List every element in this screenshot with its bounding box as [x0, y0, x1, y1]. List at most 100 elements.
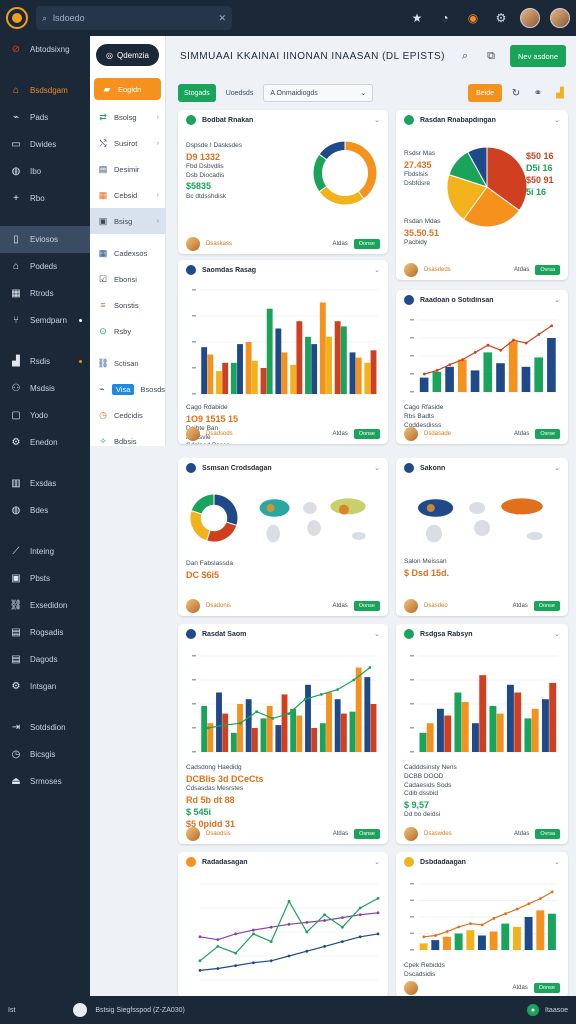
nav-item-0[interactable]: ⊘ Abtodsixng	[0, 36, 90, 63]
nav-item-1[interactable]: ⌂ Bsdsdgam	[0, 77, 90, 104]
search-icon[interactable]: ⌕	[456, 47, 474, 65]
tab-2[interactable]: Uoedsds	[220, 84, 260, 102]
nav-item-2[interactable]: ⌁ Pads	[0, 104, 90, 131]
card-action-button[interactable]: Oonse	[353, 601, 380, 611]
card-action-button[interactable]: Oonse	[533, 601, 560, 611]
nav-item-20[interactable]: ▤ Dagods	[0, 646, 90, 673]
card-more-link[interactable]: Atdas	[514, 267, 529, 273]
chevron-down-icon[interactable]: ⌄	[374, 464, 380, 472]
subnav-item-7[interactable]: ☑ Ebonsi	[90, 266, 165, 292]
card-action-button[interactable]: Oonse	[353, 239, 380, 249]
subnav-item-3[interactable]: ▤ Desimir	[90, 156, 165, 182]
new-button[interactable]: Nev asdone	[510, 45, 566, 67]
nav-item-9[interactable]: ⑂ Semdparn	[0, 307, 90, 334]
card-action-button[interactable]: Osrse	[535, 429, 560, 439]
nav-item-19[interactable]: ▤ Rogsadis	[0, 619, 90, 646]
subnav-item-6[interactable]: ▦ Cadexsos	[90, 240, 165, 266]
nav-item-24[interactable]: ⏏ Srmoses	[0, 768, 90, 795]
nav-item-label: Rtrods	[30, 289, 54, 298]
subnav-item-12[interactable]: ◷ Cedcidis	[90, 402, 165, 428]
card-action-button[interactable]: Ovrsa	[535, 265, 560, 275]
nav-item-15[interactable]: ◍ Bdes	[0, 497, 90, 524]
chart-bar	[305, 336, 311, 394]
share-icon[interactable]: ⚭	[530, 85, 546, 101]
filter-button-label: Beide	[476, 89, 494, 97]
card-more-link[interactable]: Atdas	[512, 603, 527, 609]
nav-item-11[interactable]: ⚇ Msdsis	[0, 375, 90, 402]
nav-item-10[interactable]: ▟ Rsdis	[0, 348, 90, 375]
chevron-down-icon[interactable]: ⌄	[374, 266, 380, 274]
chevron-down-icon[interactable]: ⌄	[374, 116, 380, 124]
chart-icon[interactable]: ▟	[552, 85, 568, 101]
card-title: Rasdan Rnabapdingan	[420, 116, 496, 124]
nav-item-13[interactable]: ⚙ Enedon	[0, 429, 90, 456]
chevron-down-icon[interactable]: ⌄	[554, 630, 560, 638]
nav-item-6[interactable]: ▯ Eviosos	[0, 226, 90, 253]
chevron-down-icon[interactable]: ⌄	[374, 630, 380, 638]
card-more-link[interactable]: Atdas	[332, 241, 347, 247]
chart-bar	[536, 910, 545, 950]
avatar[interactable]	[520, 8, 540, 28]
nav-item-3[interactable]: ▭ Dwides	[0, 131, 90, 158]
nav-item-5[interactable]: + Rbo	[0, 185, 90, 212]
card-action-button[interactable]: Oonse	[353, 429, 380, 439]
card-more-link[interactable]: Atdas	[333, 831, 348, 837]
subnav-item-10[interactable]: ⛓ Sctisan	[90, 350, 165, 376]
dashboard-card-5: Sakonn ⌄ Salon Meissan $ Dsd 15d. Dsasdeo Atd…	[396, 458, 568, 616]
app-logo[interactable]	[6, 7, 28, 29]
nav-item-21[interactable]: ⚙ Intsgan	[0, 673, 90, 700]
kpi-line: 5i 16	[526, 187, 547, 197]
record-icon[interactable]: ◉	[464, 9, 482, 27]
line-point	[376, 897, 380, 900]
avatar-2[interactable]	[550, 8, 570, 28]
card-more-link[interactable]: Atdas	[514, 431, 529, 437]
status-right[interactable]: Itaasoe	[545, 1007, 568, 1014]
card-more-link[interactable]: Atdas	[514, 831, 529, 837]
subnav-item-2[interactable]: ⤭ Susirot ›	[90, 130, 165, 156]
nav-item-label: Intsgan	[30, 682, 57, 691]
nav-item-8[interactable]: ▦ Rtrods	[0, 280, 90, 307]
nav-item-18[interactable]: ⛓ Exsedidon	[0, 592, 90, 619]
export-icon[interactable]: ⧉	[482, 47, 500, 65]
chevron-down-icon[interactable]: ⌄	[374, 858, 380, 866]
chevron-down-icon[interactable]: ⌄	[554, 464, 560, 472]
nav-item-14[interactable]: ▥ Exsdas	[0, 470, 90, 497]
subnav-item-0[interactable]: ▰ Eogidn	[94, 78, 161, 100]
subnav-item-13[interactable]: ✧ Bdbsis	[90, 428, 165, 454]
nav-item-16[interactable]: ⟋ Inteing	[0, 538, 90, 565]
refresh-icon[interactable]: ↻	[508, 85, 524, 101]
subnav-item-5[interactable]: ▣ Bsisg ›	[90, 208, 165, 234]
settings-icon[interactable]: ⚙	[492, 9, 510, 27]
clock-icon[interactable]: ◔	[436, 9, 454, 27]
subnav-item-9[interactable]: ⊙ Rsby	[90, 318, 165, 344]
nav-item-23[interactable]: ◷ Bicsgis	[0, 741, 90, 768]
card-more-link[interactable]: Atdas	[332, 603, 347, 609]
subnav-item-1[interactable]: ⇄ Bsolsg ›	[90, 104, 165, 130]
nav-item-4[interactable]: ◍ Ibo	[0, 158, 90, 185]
card-more-link[interactable]: Atdas	[512, 985, 527, 991]
chart-bar	[340, 713, 347, 752]
nav-item-17[interactable]: ▣ Pbsts	[0, 565, 90, 592]
view-select[interactable]: A Onmaidiogds ⌄	[263, 84, 374, 102]
nav-item-12[interactable]: ▢ Yodo	[0, 402, 90, 429]
chevron-down-icon[interactable]: ⌄	[554, 296, 560, 304]
card-more-link[interactable]: Atdas	[332, 431, 347, 437]
filter-button[interactable]: Beide	[468, 84, 502, 102]
subnav-item-4[interactable]: ▦ Cebsid ›	[90, 182, 165, 208]
nav-item-7[interactable]: ⌂ Podeds	[0, 253, 90, 280]
nav-item-22[interactable]: ⇥ Sotdsdion	[0, 714, 90, 741]
line-point	[473, 351, 477, 354]
subnav-pill[interactable]: ◎ Qdemzia	[96, 44, 159, 66]
x-icon[interactable]: ✕	[218, 13, 226, 24]
line-point	[358, 906, 362, 910]
star-icon[interactable]: ★	[408, 9, 426, 27]
search-input[interactable]: ⌕ lsdoedo ✕	[36, 6, 232, 30]
card-action-button[interactable]: Oonse	[533, 983, 560, 993]
subnav-item-11[interactable]: ⌁ Visa Bsosds	[90, 376, 165, 402]
subnav-item-8[interactable]: ≡ Sonstis	[90, 292, 165, 318]
card-action-button[interactable]: Ovrsa	[535, 829, 560, 839]
card-action-button[interactable]: Osnse	[354, 829, 380, 839]
tab-active[interactable]: Stogads	[178, 84, 216, 102]
chevron-down-icon[interactable]: ⌄	[554, 858, 560, 866]
chevron-down-icon[interactable]: ⌄	[554, 116, 560, 124]
